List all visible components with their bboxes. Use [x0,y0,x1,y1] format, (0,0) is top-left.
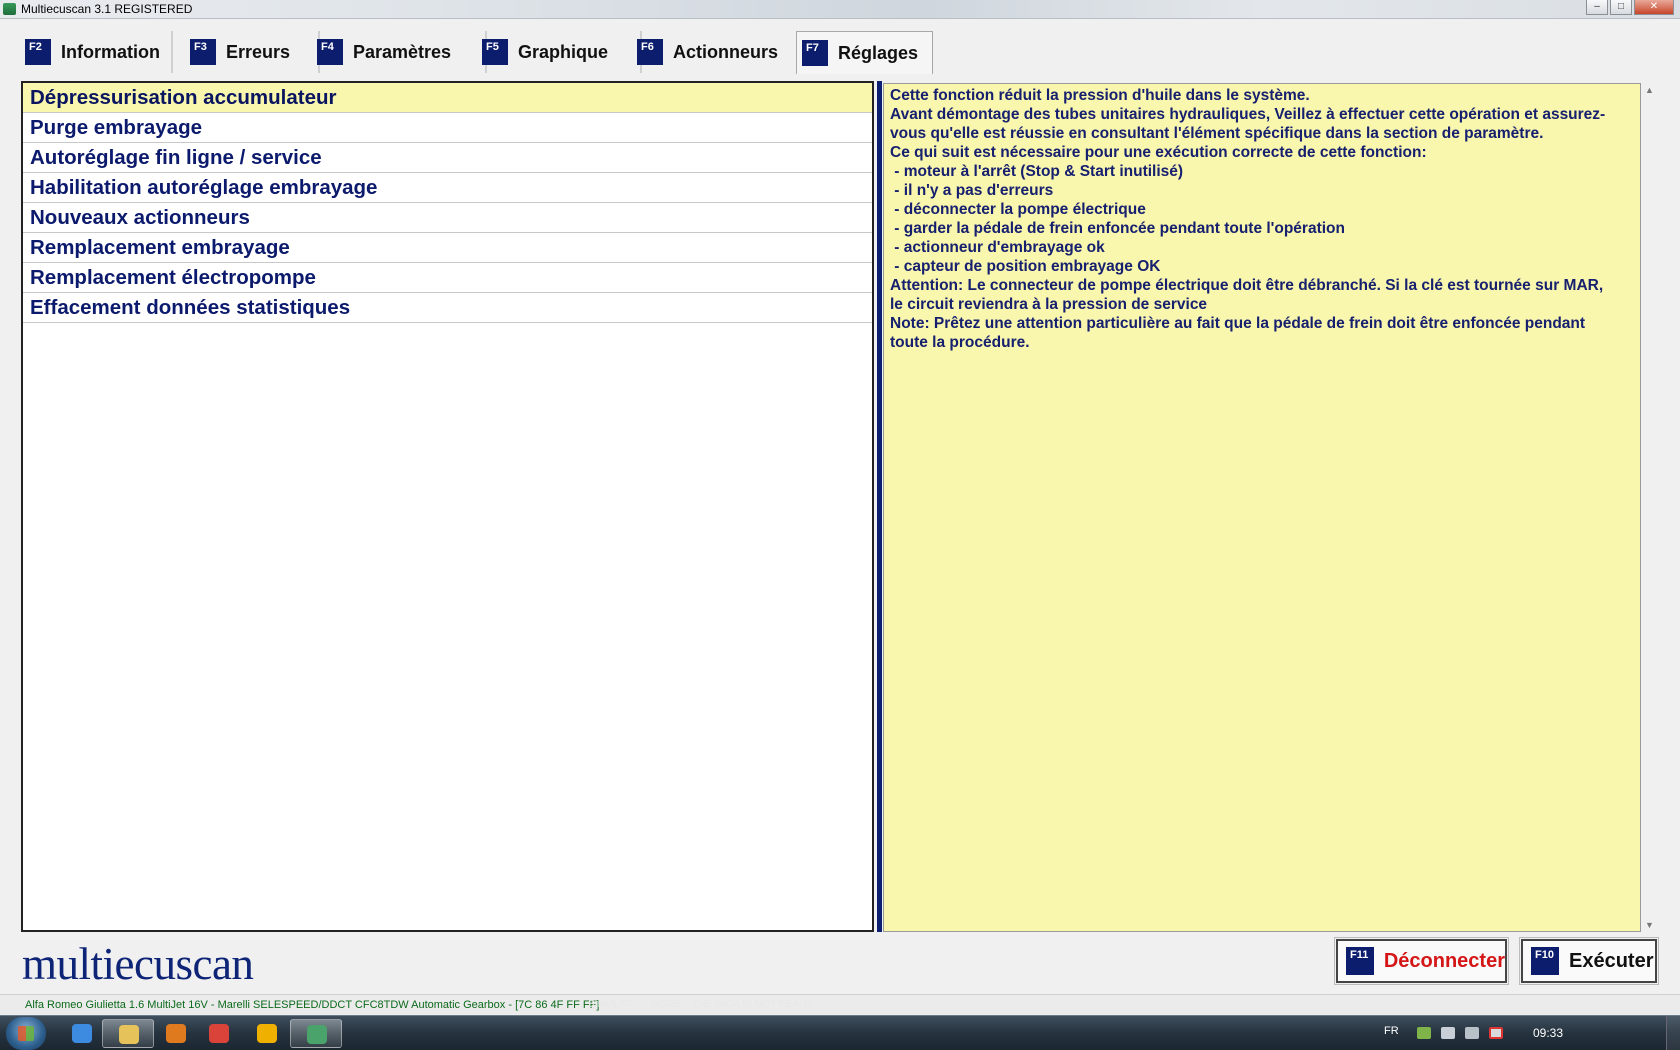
vehicle-status: Alfa Romeo Giulietta 1.6 MultiJet 16V - … [25,999,600,1011]
list-item[interactable]: Nouveaux actionneurs [23,203,872,233]
taskbar-app-multiecuscan[interactable] [290,1019,342,1048]
fkey-badge: F6 [637,39,663,65]
start-button[interactable] [6,1017,46,1050]
tab-label: Information [61,41,160,62]
description-panel: Cette fonction réduit la pression d'huil… [883,83,1641,932]
description-line: Avant démontage des tubes unitaires hydr… [890,106,1606,123]
clock[interactable]: 09:33 [1533,1026,1563,1040]
list-item[interactable]: Remplacement embrayage [23,233,872,263]
list-item[interactable]: Dépressurisation accumulateur [23,83,872,113]
description-line: - il n'y a pas d'erreurs [890,182,1054,199]
window-title: Multiecuscan 3.1 REGISTERED [21,2,193,16]
tab-actionneurs[interactable]: F6 Actionneurs [632,31,807,73]
fkey-badge: F10 [1531,947,1559,975]
tab-label: Actionneurs [673,41,779,62]
description-line: - déconnecter la pompe électrique [890,201,1146,218]
description-line: vous qu'elle est réussie en consultant l… [890,125,1544,142]
taskbar-app-app-yellow[interactable] [241,1019,293,1048]
panel-splitter[interactable] [877,81,882,932]
tab-erreurs[interactable]: F3 Erreurs [185,31,320,73]
description-line: - actionneur d'embrayage ok [890,239,1105,256]
taskbar-app-chrome[interactable] [193,1019,245,1048]
app-yellow-icon [257,1024,277,1043]
media-player-icon [166,1024,186,1043]
file-explorer-icon [119,1025,139,1044]
multiecuscan-icon [307,1025,327,1044]
taskbar-app-internet-explorer[interactable] [56,1019,108,1048]
execute-button[interactable]: F10 Exécuter [1519,937,1659,985]
description-line: le circuit reviendra à la pression de se… [890,296,1208,313]
scroll-down-icon[interactable]: ▼ [1645,920,1654,930]
description-line: - moteur à l'arrêt (Stop & Start inutili… [890,163,1184,180]
show-desktop-button[interactable] [1666,1016,1680,1050]
taskbar-app-file-explorer[interactable] [102,1019,154,1048]
window-controls: – □ ✕ [1586,0,1674,15]
taskbar: FR 09:33 [0,1015,1680,1050]
action-center-icon[interactable] [1489,1027,1503,1039]
description-line: - capteur de position embrayage OK [890,258,1161,275]
multiecuscan-logo: multiecuscan [22,939,254,989]
description-scrollbar[interactable]: ▲ ▼ [1642,83,1659,932]
tab-parametres[interactable]: F4 Paramètres [312,31,487,73]
tab-label: Erreurs [226,41,291,62]
list-item[interactable]: Remplacement électropompe [23,263,872,293]
description-line: Cette fonction réduit la pression d'huil… [890,87,1310,104]
minimize-button[interactable]: – [1586,0,1608,15]
description-line: Note: Prêtez une attention particulière … [890,315,1586,332]
adjustment-list: Dépressurisation accumulateur Purge embr… [21,81,874,932]
fkey-badge: F3 [190,39,216,65]
description-line: Attention: Le connecteur de pompe électr… [890,277,1604,294]
language-indicator[interactable]: FR [1384,1025,1399,1037]
simulation-warning: SIMULATION MODE!!! THE DATA IS NOT REAL!… [588,999,813,1010]
description-line: toute la procédure. [890,334,1030,351]
list-item[interactable]: Effacement données statistiques [23,293,872,323]
description-line: Ce qui suit est nécessaire pour une exéc… [890,144,1427,161]
description-line: - garder la pédale de frein enfoncée pen… [890,220,1345,237]
list-item[interactable]: Habilitation autoréglage embrayage [23,173,872,203]
tab-reglages[interactable]: F7 Réglages [796,31,933,74]
tab-label: Paramètres [353,41,452,62]
power-icon[interactable] [1465,1027,1479,1039]
fkey-badge: F7 [802,40,828,66]
scroll-up-icon[interactable]: ▲ [1645,85,1654,95]
tab-graphique[interactable]: F5 Graphique [477,31,642,73]
fkey-badge: F5 [482,39,508,65]
tab-bar: F2 Information F3 Erreurs F4 Paramètres … [20,31,1660,74]
tab-information[interactable]: F2 Information [20,31,173,73]
title-bar: Multiecuscan 3.1 REGISTERED – □ ✕ [0,0,1680,19]
fkey-badge: F2 [25,39,51,65]
fkey-badge: F11 [1346,947,1374,975]
volume-icon[interactable] [1441,1027,1455,1039]
network-icon[interactable] [1417,1027,1431,1039]
disconnect-label: Déconnecter [1383,949,1505,972]
list-item[interactable]: Autoréglage fin ligne / service [23,143,872,173]
execute-label: Exécuter [1569,949,1654,972]
fkey-badge: F4 [317,39,343,65]
internet-explorer-icon [72,1024,92,1043]
maximize-button[interactable]: □ [1610,0,1632,15]
tab-label: Réglages [838,42,919,63]
tab-label: Graphique [518,41,609,62]
list-item[interactable]: Purge embrayage [23,113,872,143]
app-icon [3,3,16,15]
close-button[interactable]: ✕ [1634,0,1674,15]
chrome-icon [209,1024,229,1043]
disconnect-button[interactable]: F11 Déconnecter [1334,937,1509,985]
status-bar: Alfa Romeo Giulietta 1.6 MultiJet 16V - … [0,994,1680,1014]
